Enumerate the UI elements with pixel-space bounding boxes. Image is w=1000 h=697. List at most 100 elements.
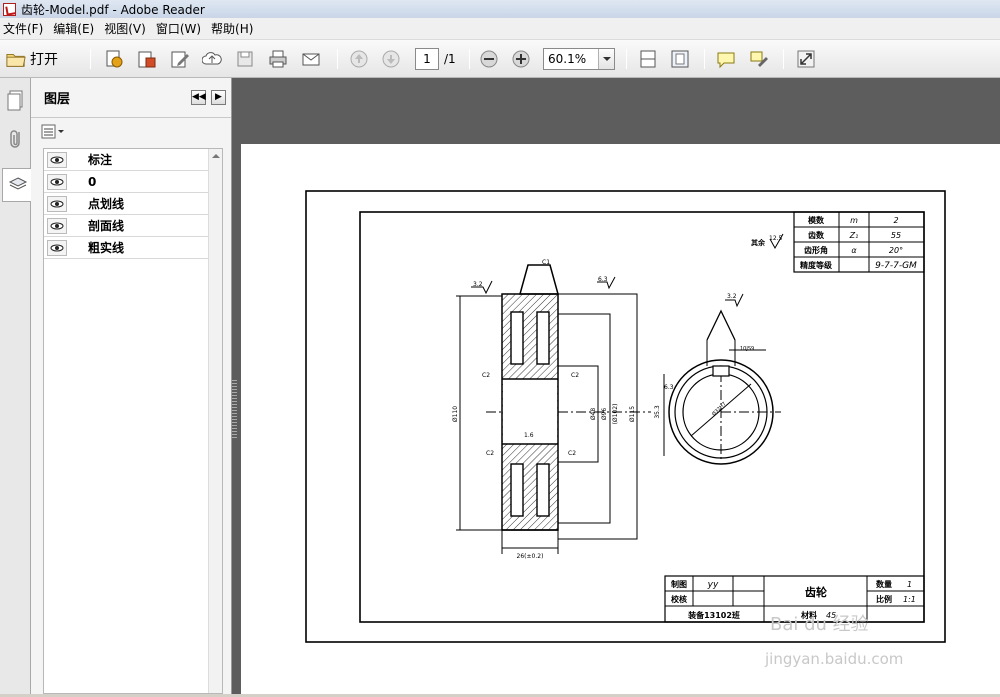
expand-icon — [797, 50, 815, 68]
page-number-input[interactable]: 1 — [415, 48, 439, 70]
next-page-button[interactable] — [381, 48, 401, 70]
menu-file[interactable]: 文件(F) — [0, 18, 49, 40]
zoom-out-button[interactable] — [479, 48, 499, 70]
gear-drawing: 模数 m 2 齿数 Z₁ 55 齿形角 α 20° 精度等级 9-7-7-GM … — [305, 190, 946, 643]
toolbar: 打开 1 /1 60.1% — [0, 40, 1000, 78]
svg-text:Ø110: Ø110 — [452, 406, 459, 422]
layer-name: 标注 — [88, 153, 113, 167]
panel-title: 图层 — [44, 92, 71, 107]
combine-button[interactable] — [137, 48, 157, 70]
eye-icon[interactable] — [47, 239, 67, 256]
menu-edit[interactable]: 编辑(E) — [49, 18, 100, 40]
fit-width-button[interactable] — [638, 48, 658, 70]
layer-row[interactable]: 标注 — [44, 149, 210, 171]
save-button[interactable] — [235, 48, 255, 70]
chevron-down-icon[interactable] — [598, 49, 614, 69]
panel-splitter[interactable] — [232, 380, 237, 440]
print-icon — [269, 50, 287, 68]
svg-text:m: m — [850, 216, 858, 225]
svg-text:Ø32H7: Ø32H7 — [710, 400, 727, 417]
open-button[interactable]: 打开 — [6, 48, 58, 70]
layer-row[interactable]: 0 — [44, 171, 210, 193]
svg-text:比例: 比例 — [876, 594, 892, 604]
svg-text:1:1: 1:1 — [903, 595, 916, 604]
adobe-reader-icon — [3, 2, 16, 16]
zoom-in-button[interactable] — [511, 48, 531, 70]
fit-page-icon — [671, 50, 689, 68]
parameter-table: 模数 m 2 齿数 Z₁ 55 齿形角 α 20° 精度等级 9-7-7-GM — [793, 211, 925, 273]
svg-text:制图: 制图 — [671, 579, 687, 589]
layer-row[interactable]: 剖面线 — [44, 215, 210, 237]
svg-text:装备13102班: 装备13102班 — [687, 610, 740, 620]
baidu-watermark: Bai du 经验 jingyan.baidu.com — [765, 610, 903, 668]
title-bar: 齿轮-Model.pdf - Adobe Reader — [0, 0, 1000, 18]
menu-help[interactable]: 帮助(H) — [207, 18, 259, 40]
layer-options-icon[interactable] — [41, 124, 67, 140]
svg-text:C2: C2 — [568, 450, 576, 457]
bore-end-view: 3.2 10JS9 35.3 Ø32H7 6.3 — [654, 293, 781, 465]
expand-panel-icon[interactable]: ▶ — [211, 90, 226, 105]
svg-text:35.3: 35.3 — [654, 405, 661, 419]
layer-row[interactable]: 粗实线 — [44, 237, 210, 259]
fullscreen-button[interactable] — [796, 48, 816, 70]
watermark-line1: Bai du 经验 — [770, 614, 869, 635]
watermark-line2: jingyan.baidu.com — [765, 650, 904, 668]
adobe-reader-window: 齿轮-Model.pdf - Adobe Reader 文件(F) 编辑(E) … — [0, 0, 1000, 694]
eye-icon[interactable] — [47, 173, 67, 190]
svg-text:齿形角: 齿形角 — [804, 245, 828, 255]
comment-button[interactable] — [716, 48, 736, 70]
save-icon — [237, 51, 253, 67]
svg-text:α: α — [851, 246, 857, 255]
svg-text:C2: C2 — [482, 372, 490, 379]
layers-panel: 图层 ◀◀ ▶ 标注 0 点划线 剖面线 粗实线 — [31, 78, 232, 694]
pages-panel-button[interactable] — [2, 84, 29, 118]
fit-width-icon — [640, 50, 656, 68]
edit-button[interactable] — [170, 48, 190, 70]
menu-window[interactable]: 窗口(W) — [152, 18, 207, 40]
envelope-icon — [302, 53, 320, 66]
plus-circle-icon — [512, 50, 530, 68]
layer-row[interactable]: 点划线 — [44, 193, 210, 215]
page-total: /1 — [444, 52, 456, 66]
svg-text:精度等级: 精度等级 — [800, 260, 833, 270]
print-button[interactable] — [268, 48, 288, 70]
zoom-select[interactable]: 60.1% — [543, 48, 615, 70]
svg-text:3.2: 3.2 — [727, 293, 737, 300]
prev-page-button[interactable] — [349, 48, 369, 70]
eye-icon[interactable] — [47, 217, 67, 234]
svg-text:26(±0.2): 26(±0.2) — [517, 553, 544, 560]
eye-icon[interactable] — [47, 195, 67, 212]
svg-text:Z₁: Z₁ — [849, 231, 859, 240]
zoom-value: 60.1% — [548, 52, 587, 66]
svg-text:Ø115: Ø115 — [629, 406, 636, 422]
svg-text:C2: C2 — [571, 372, 579, 379]
highlight-button[interactable] — [749, 48, 769, 70]
layers-panel-button[interactable] — [2, 168, 32, 202]
minus-circle-icon — [480, 50, 498, 68]
layer-list-scrollbar[interactable] — [208, 149, 222, 693]
create-pdf-button[interactable] — [104, 48, 124, 70]
navigation-strip — [0, 78, 32, 694]
svg-text:Ø48: Ø48 — [590, 408, 597, 421]
arrow-up-icon — [350, 50, 368, 68]
fit-page-button[interactable] — [670, 48, 690, 70]
svg-text:其余: 其余 — [751, 238, 766, 247]
menu-bar: 文件(F) 编辑(E) 视图(V) 窗口(W) 帮助(H) — [0, 18, 1000, 40]
upload-button[interactable] — [202, 48, 222, 70]
menu-view[interactable]: 视图(V) — [100, 18, 152, 40]
layer-name: 0 — [88, 174, 97, 189]
email-button[interactable] — [301, 48, 321, 70]
create-pdf-icon — [106, 50, 123, 68]
svg-text:齿轮: 齿轮 — [805, 585, 827, 599]
svg-text:yy: yy — [707, 580, 719, 590]
layer-name: 剖面线 — [88, 219, 125, 233]
svg-text:模数: 模数 — [808, 215, 825, 225]
collapse-panel-icon[interactable]: ◀◀ — [191, 90, 206, 105]
attachments-panel-button[interactable] — [2, 122, 29, 156]
svg-text:校核: 校核 — [671, 594, 687, 604]
open-label: 打开 — [30, 52, 58, 68]
layer-name: 点划线 — [88, 197, 125, 211]
gear-section-view: 26(±0.2) C1 3.2 6.3 C2 C2 C2 C2 1.6 Ø110… — [452, 259, 651, 560]
cloud-upload-icon — [202, 52, 222, 65]
eye-icon[interactable] — [47, 151, 67, 168]
